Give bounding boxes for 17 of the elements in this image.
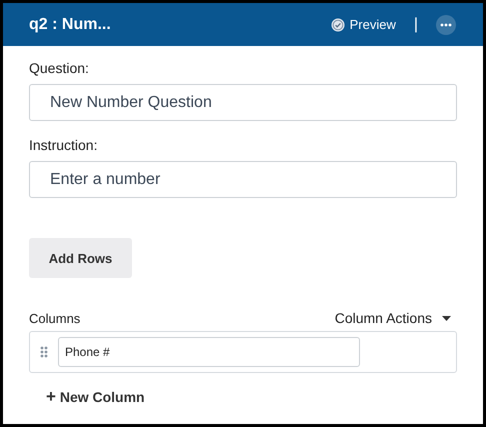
more-icon (440, 22, 452, 26)
preview-button[interactable]: Preview (330, 17, 396, 32)
new-column-button[interactable]: + New Column (46, 387, 145, 407)
section-label: Columns (29, 310, 80, 326)
check-circle-icon (330, 18, 345, 32)
drag-handle-icon[interactable] (40, 346, 48, 358)
field-label: Instruction: (29, 137, 98, 153)
column-actions-dropdown[interactable]: Column Actions (334, 310, 457, 326)
separator: | (414, 16, 418, 34)
add-rows-button[interactable]: Add Rows (29, 238, 132, 278)
column-name-field[interactable]: Phone # (58, 337, 360, 367)
more-button[interactable] (436, 14, 456, 34)
input-field[interactable]: Enter a number (29, 161, 457, 198)
field-label: Question: (29, 60, 90, 76)
input-field[interactable]: New Number Question (29, 84, 457, 121)
caret-icon (442, 316, 451, 320)
panel-title: q2 : Num... (29, 16, 111, 34)
